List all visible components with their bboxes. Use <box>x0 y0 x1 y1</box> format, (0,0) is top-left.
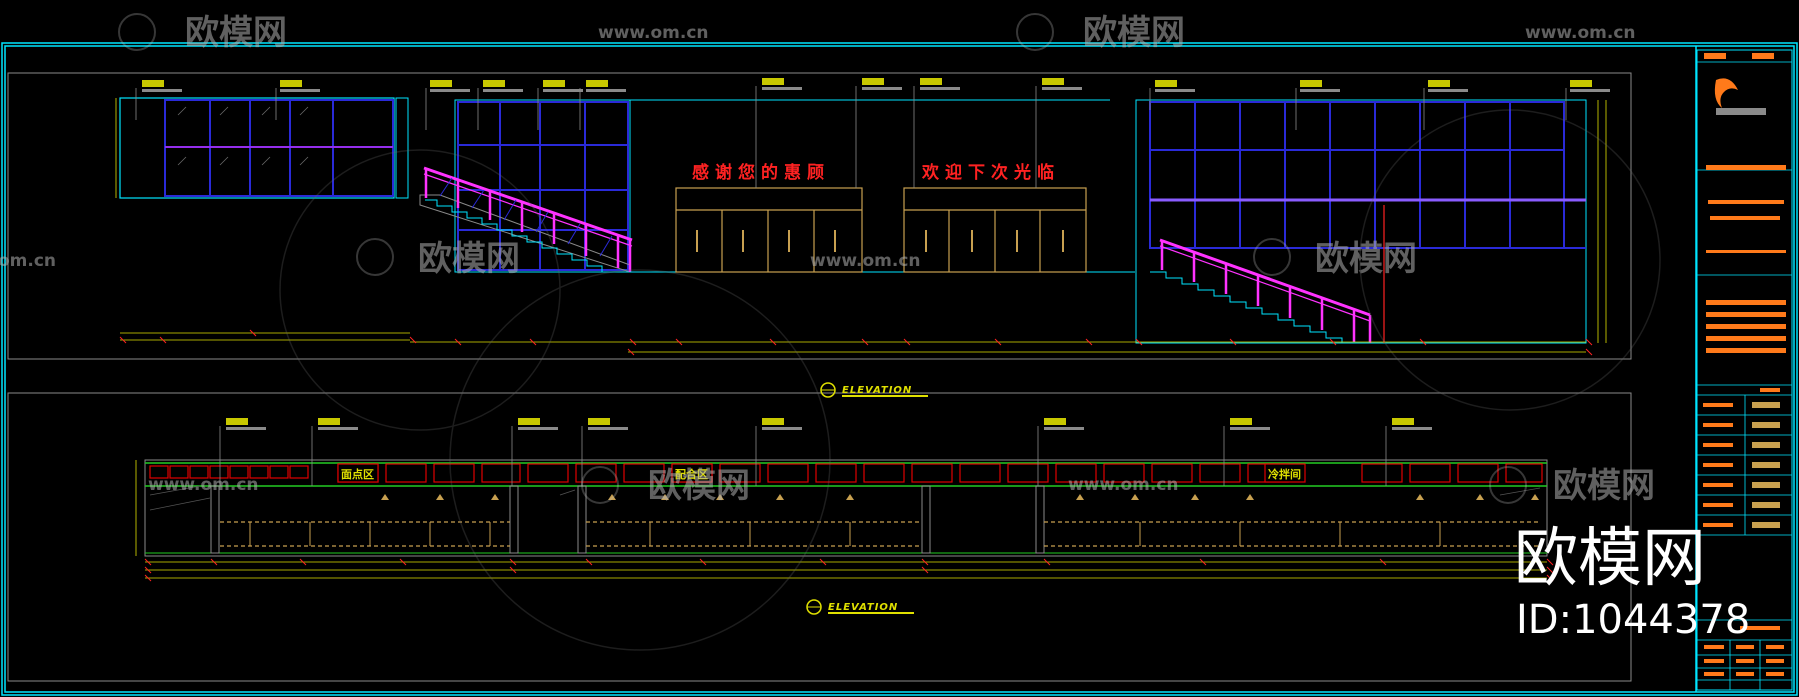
zone-label-1: 面点区 <box>341 467 374 481</box>
watermark-id: ID:1044378 <box>1516 597 1750 643</box>
watermark-brand-5: 欧模网 <box>648 466 750 506</box>
cad-drawing-canvas: 感谢您的惠顾 欢迎下次光临 ELEVATION 面点区 配合区 冷拌间 ELEV… <box>0 0 1799 697</box>
watermark-site-5: www.om.cn <box>148 475 259 495</box>
watermark-site-4: www.om.cn <box>810 251 921 271</box>
watermark-brand-large: 欧模网 <box>1514 522 1706 596</box>
slogan-left: 感谢您的惠顾 <box>692 162 830 183</box>
watermark-site-1: www.om.cn <box>598 23 709 43</box>
watermark-site-2: www.om.cn <box>1525 23 1636 43</box>
watermark-brand-6: 欧模网 <box>1553 466 1655 506</box>
elevation-1-label: ELEVATION <box>842 385 912 396</box>
watermark-brand-2: 欧模网 <box>1083 13 1185 53</box>
zone-label-3: 冷拌间 <box>1268 467 1301 481</box>
elevation-2-label: ELEVATION <box>828 602 898 613</box>
watermark-brand-3: 欧模网 <box>418 239 520 279</box>
slogan-right: 欢迎下次光临 <box>921 162 1060 183</box>
watermark-brand-1: 欧模网 <box>185 13 287 53</box>
watermark-site-6: www.om.cn <box>1068 475 1179 495</box>
watermark-site-3: om.cn <box>0 251 56 271</box>
watermark-brand-4: 欧模网 <box>1315 239 1417 279</box>
